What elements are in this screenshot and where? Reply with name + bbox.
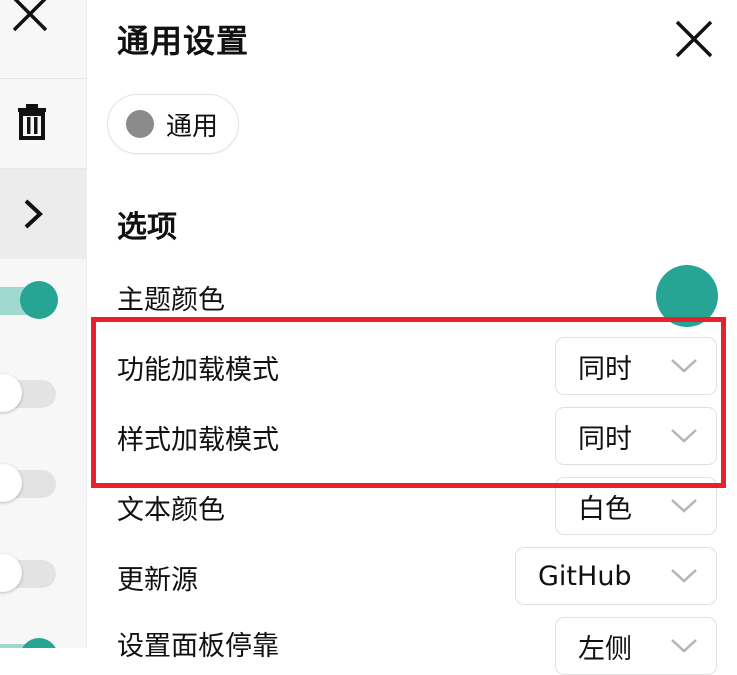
chevron-right-icon xyxy=(24,199,43,229)
toggle-knob xyxy=(20,281,58,319)
expand-row[interactable] xyxy=(0,169,86,259)
select-value: 同时 xyxy=(578,423,632,455)
panel-dock-select[interactable]: 左侧 xyxy=(555,617,717,675)
left-strip xyxy=(0,0,87,648)
tab-general[interactable]: 通用 xyxy=(107,94,240,154)
divider xyxy=(0,78,86,79)
chevron-down-icon xyxy=(671,569,697,583)
toggle-switch[interactable] xyxy=(0,464,56,504)
close-icon[interactable] xyxy=(8,0,52,40)
select-value: 同时 xyxy=(578,353,632,385)
panel-dock-label: 设置面板停靠 xyxy=(117,631,279,662)
chip-dot xyxy=(126,110,154,138)
page-title: 通用设置 xyxy=(117,22,250,60)
chevron-down-icon xyxy=(671,639,697,653)
update-source-label: 更新源 xyxy=(117,565,198,596)
text-color-select[interactable]: 白色 xyxy=(555,477,717,535)
text-color-label: 文本颜色 xyxy=(117,495,225,526)
function-load-mode-select[interactable]: 同时 xyxy=(555,337,717,395)
toggle-switch[interactable] xyxy=(0,374,56,414)
tab-label: 通用 xyxy=(166,111,219,142)
style-load-mode-label: 样式加载模式 xyxy=(117,425,279,456)
theme-color-swatch[interactable] xyxy=(656,265,718,327)
trash-icon[interactable] xyxy=(16,104,48,140)
close-icon[interactable] xyxy=(671,16,717,62)
toggle-knob xyxy=(20,638,58,648)
toggle-switch[interactable] xyxy=(0,638,58,648)
select-value: 左侧 xyxy=(578,633,632,665)
theme-color-label: 主题颜色 xyxy=(117,285,225,316)
select-value: 白色 xyxy=(578,493,632,525)
chevron-down-icon xyxy=(671,359,697,373)
style-load-mode-select[interactable]: 同时 xyxy=(555,407,717,465)
select-value: GitHub xyxy=(538,560,632,592)
toggle-switch[interactable] xyxy=(0,281,58,321)
section-title: 选项 xyxy=(117,210,177,245)
chevron-down-icon xyxy=(671,429,697,443)
settings-panel: 通用设置 通用 选项 主题颜色 功能加载模式 同时 样式加载模式 同时 文本颜色… xyxy=(87,0,737,675)
toggle-switch[interactable] xyxy=(0,554,56,594)
function-load-mode-label: 功能加载模式 xyxy=(117,355,279,386)
update-source-select[interactable]: GitHub xyxy=(515,547,717,605)
chevron-down-icon xyxy=(671,499,697,513)
